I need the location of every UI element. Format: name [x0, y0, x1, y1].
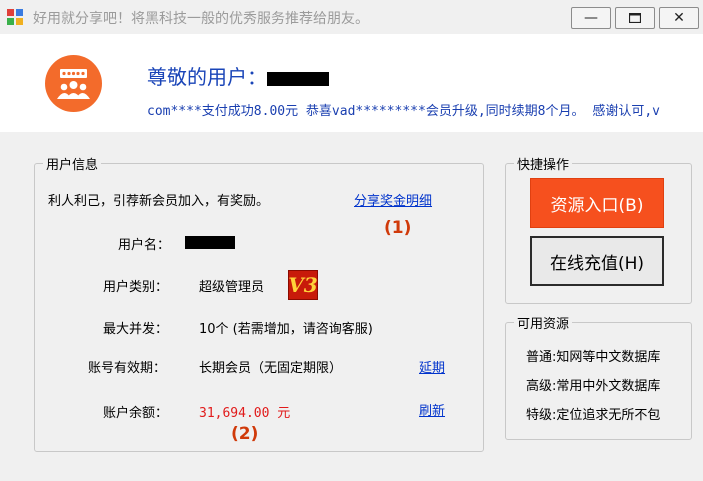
greeting-label: 尊敬的用户： — [147, 65, 267, 89]
balance-value: 31,694.00 元 — [199, 406, 291, 421]
resource-item-premium: 特级:定位追求无所不包 — [526, 408, 661, 423]
minimize-icon: — — [584, 10, 598, 26]
share-bonus-link[interactable]: 分享奖金明细 — [354, 190, 432, 209]
maximize-button[interactable] — [615, 7, 655, 29]
resource-item-normal: 普通:知网等中文数据库 — [526, 350, 661, 365]
available-resources-legend: 可用资源 — [517, 317, 570, 332]
window-title: 好用就分享吧！将黑科技一般的优秀服务推荐给朋友。 — [33, 11, 369, 27]
refresh-link[interactable]: 刷新 — [419, 400, 445, 419]
resource-entry-button[interactable]: 资源入口(B) — [530, 178, 664, 228]
redacted-username — [267, 71, 329, 86]
user-type-label: 用户类别： — [103, 280, 169, 295]
annotation-2: (2) — [231, 424, 259, 444]
annotation-1: (1) — [384, 218, 412, 238]
title-bar: 好用就分享吧！将黑科技一般的优秀服务推荐给朋友。 — ✕ — [0, 0, 703, 34]
username-label: 用户名： — [118, 238, 171, 253]
maximize-icon — [629, 13, 641, 23]
referral-intro: 利人利己，引荐新会员加入，有奖励。 — [48, 194, 270, 209]
users-star-logo-icon — [45, 55, 102, 112]
quick-actions-legend: 快捷操作 — [517, 158, 570, 173]
online-recharge-button[interactable]: 在线充值(H) — [530, 236, 664, 286]
close-button[interactable]: ✕ — [659, 7, 699, 29]
header-panel: 尊敬的用户： com****支付成功8.00元 恭喜vad*********会员… — [0, 34, 703, 132]
minimize-button[interactable]: — — [571, 7, 611, 29]
user-info-legend: 用户信息 — [46, 158, 99, 173]
max-concurrent-value: 10个 (若需增加，请咨询客服) — [199, 322, 373, 337]
scrolling-notice: com****支付成功8.00元 恭喜vad*********会员升级,同时续期… — [147, 104, 660, 119]
user-type-value: 超级管理员 — [199, 280, 265, 295]
resource-item-advanced: 高级:常用中外文数据库 — [526, 379, 661, 394]
greeting-text: 尊敬的用户： — [147, 61, 329, 90]
redacted-username-value — [185, 236, 235, 249]
validity-value: 长期会员（无固定期限） — [199, 361, 343, 376]
validity-label: 账号有效期： — [88, 361, 167, 376]
close-icon: ✕ — [673, 10, 685, 26]
vip-v3-badge-icon: V3 — [288, 270, 318, 300]
extend-link[interactable]: 延期 — [419, 357, 445, 376]
app-icon — [7, 9, 23, 25]
max-concurrent-label: 最大并发： — [103, 322, 169, 337]
balance-label: 账户余额： — [103, 406, 169, 421]
